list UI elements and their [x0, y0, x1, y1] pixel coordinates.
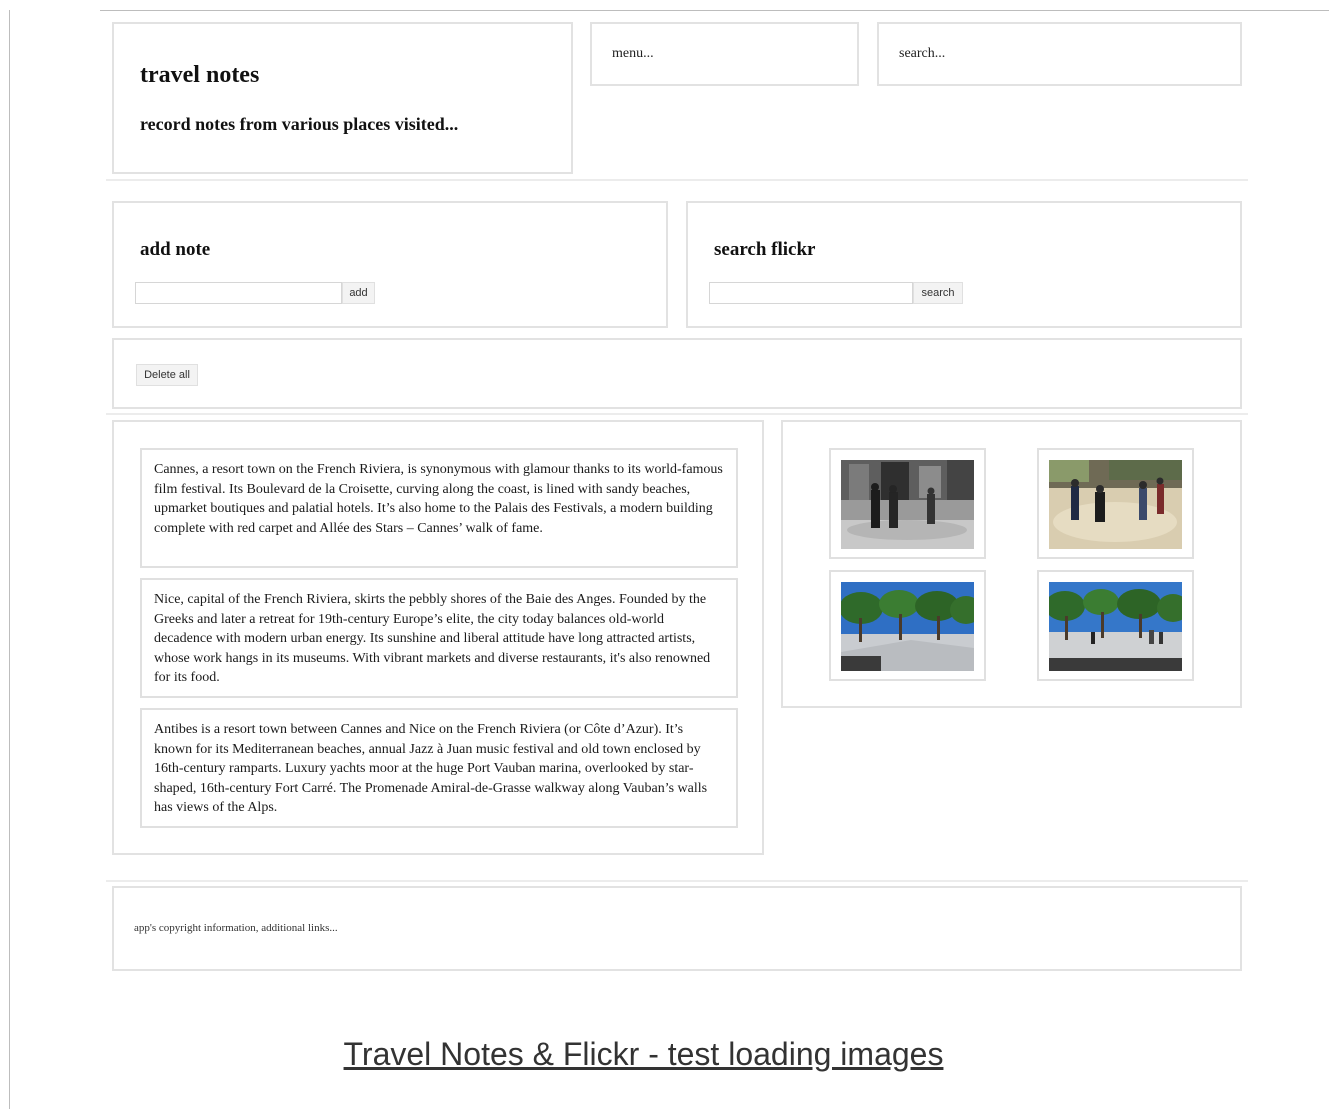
gallery-thumb-3[interactable]	[829, 570, 986, 681]
add-note-panel: add note add	[112, 201, 668, 328]
caption-link[interactable]: Travel Notes & Flickr - test loading ima…	[0, 1036, 1287, 1073]
add-note-input[interactable]	[135, 282, 342, 304]
petanque-color-image	[1049, 460, 1182, 549]
search-flickr-button[interactable]: search	[913, 282, 963, 304]
park-people-image	[1049, 582, 1182, 671]
controls-divider	[106, 413, 1248, 415]
search-flickr-panel: search flickr search	[686, 201, 1242, 328]
menu-box[interactable]: menu...	[590, 22, 859, 86]
header-title-box: travel notes record notes from various p…	[112, 22, 573, 174]
search-flickr-input[interactable]	[709, 282, 913, 304]
frame-top-border	[100, 10, 1329, 11]
header-divider	[106, 179, 1248, 181]
search-flickr-title: search flickr	[714, 239, 816, 260]
search-placeholder: search...	[899, 46, 946, 61]
menu-placeholder: menu...	[612, 46, 654, 61]
controls-panel: Delete all	[112, 338, 1242, 409]
note-item-cannes[interactable]: Cannes, a resort town on the French Rivi…	[140, 448, 738, 568]
petanque-bw-image	[841, 460, 974, 549]
park-square-image	[841, 582, 974, 671]
footer-copyright-text: app's copyright information, additional …	[134, 922, 338, 934]
frame-right-border	[1320, 10, 1329, 11]
search-box[interactable]: search...	[877, 22, 1242, 86]
gallery-thumb-2[interactable]	[1037, 448, 1194, 559]
gallery-thumb-4[interactable]	[1037, 570, 1194, 681]
add-note-title: add note	[140, 239, 211, 260]
gallery-thumb-1[interactable]	[829, 448, 986, 559]
note-item-antibes[interactable]: Antibes is a resort town between Cannes …	[140, 708, 738, 828]
note-item-nice[interactable]: Nice, capital of the French Riviera, ski…	[140, 578, 738, 698]
footer-panel: app's copyright information, additional …	[112, 886, 1242, 971]
frame-left-border	[9, 10, 10, 1109]
add-note-button[interactable]: add	[342, 282, 375, 304]
delete-all-button[interactable]: Delete all	[136, 364, 198, 386]
footer-divider	[106, 880, 1248, 882]
page-subtitle: record notes from various places visited…	[140, 114, 459, 134]
notes-panel: Cannes, a resort town on the French Rivi…	[112, 420, 764, 855]
flickr-gallery-panel	[781, 420, 1242, 708]
page-title: travel notes	[140, 62, 260, 88]
